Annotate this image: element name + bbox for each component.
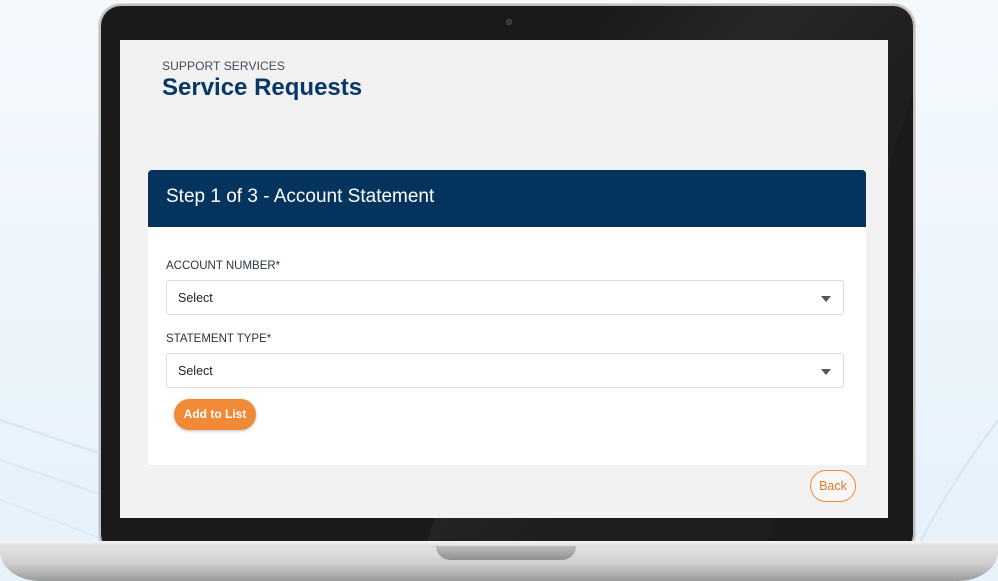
statement-type-label: STATEMENT TYPE* bbox=[166, 333, 272, 345]
step-card: Step 1 of 3 - Account Statement ACCOUNT … bbox=[148, 170, 866, 465]
camera-icon bbox=[506, 19, 512, 25]
page-title: Service Requests bbox=[162, 74, 363, 101]
account-number-value: Select bbox=[178, 291, 213, 305]
chevron-down-icon bbox=[821, 296, 831, 302]
chevron-down-icon bbox=[821, 369, 831, 375]
laptop-notch bbox=[436, 546, 576, 560]
section-eyebrow: SUPPORT SERVICES bbox=[162, 59, 285, 73]
add-to-list-button[interactable]: Add to List bbox=[174, 399, 256, 430]
step-title: Step 1 of 3 - Account Statement bbox=[166, 186, 435, 207]
back-button[interactable]: Back bbox=[810, 470, 856, 502]
statement-type-select[interactable]: Select bbox=[166, 353, 844, 388]
statement-type-value: Select bbox=[178, 364, 213, 378]
step-header: Step 1 of 3 - Account Statement bbox=[148, 170, 866, 227]
app-screen: SUPPORT SERVICES Service Requests Step 1… bbox=[120, 40, 888, 518]
account-number-select[interactable]: Select bbox=[166, 280, 844, 315]
account-number-label: ACCOUNT NUMBER* bbox=[166, 260, 281, 272]
